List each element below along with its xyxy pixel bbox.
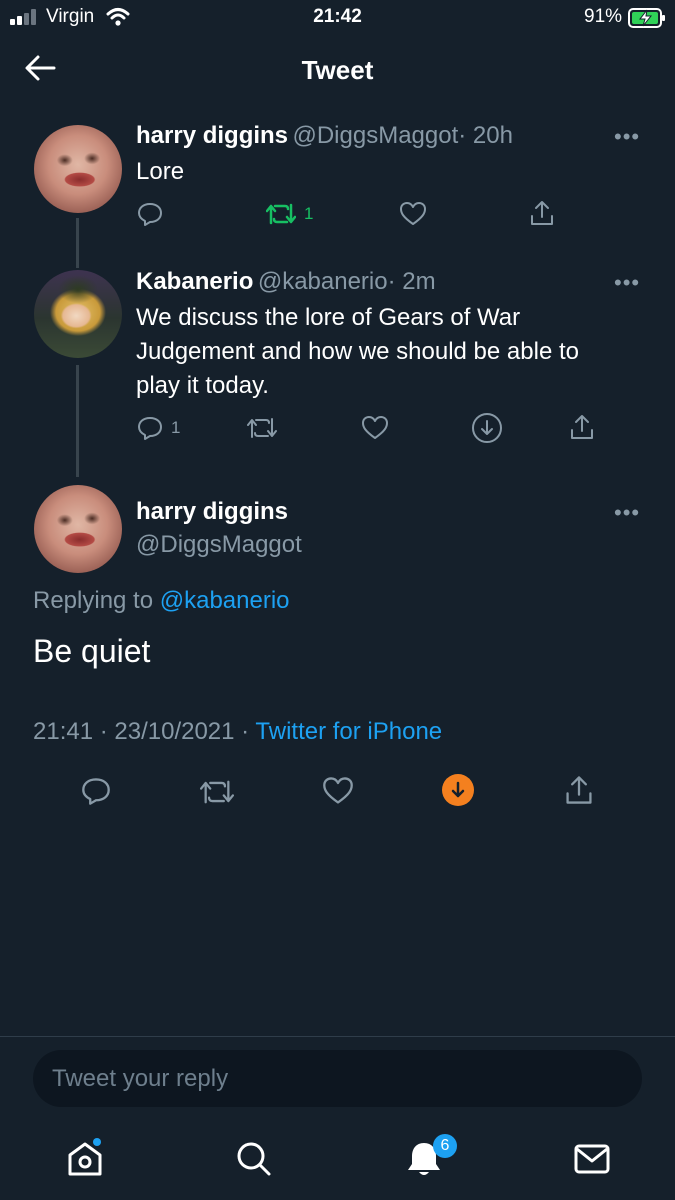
mention-link[interactable]: @kabanerio <box>160 587 290 614</box>
retweet-icon <box>247 418 277 438</box>
display-name[interactable]: harry diggins <box>136 498 288 526</box>
share-icon <box>571 415 593 439</box>
tweet-meta: 21:41 · 23/10/2021 · Twitter for iPhone <box>33 718 442 746</box>
tweet-time: · 2m <box>387 268 436 295</box>
reply-icon <box>82 778 110 805</box>
tweet-header: harry diggins @DiggsMaggot· 20h <box>136 122 513 150</box>
share-button[interactable] <box>529 199 555 227</box>
home-icon <box>68 1138 102 1176</box>
share-icon <box>566 776 592 804</box>
battery-charging-icon <box>628 8 666 28</box>
heart-icon <box>323 777 353 804</box>
download-button[interactable] <box>442 774 474 806</box>
user-handle[interactable]: @DiggsMaggot <box>136 531 302 559</box>
avatar[interactable] <box>34 270 122 358</box>
divider <box>0 1036 675 1037</box>
retweet-count: 1 <box>304 204 314 223</box>
tab-home[interactable] <box>66 1138 104 1178</box>
reply-button[interactable] <box>137 201 163 227</box>
status-bar: Virgin 21:42 91% <box>0 0 675 36</box>
tab-search[interactable] <box>236 1141 272 1177</box>
display-name[interactable]: harry diggins <box>136 122 288 149</box>
display-name[interactable]: Kabanerio <box>136 268 253 295</box>
search-icon <box>237 1142 271 1176</box>
mail-icon <box>574 1144 610 1174</box>
tweet-text-line: We discuss the lore of Gears of War <box>136 304 521 331</box>
thread-connector <box>76 218 79 268</box>
download-icon <box>472 413 502 443</box>
avatar[interactable] <box>34 485 122 573</box>
retweet-button[interactable] <box>200 777 234 807</box>
reply-button[interactable] <box>81 776 111 806</box>
tab-messages[interactable] <box>574 1144 610 1174</box>
tweet-text: We discuss the lore of Gears of War Judg… <box>136 301 579 403</box>
replying-to: Replying to @kabanerio <box>33 587 290 615</box>
share-button[interactable] <box>564 774 594 806</box>
reply-count: 1 <box>171 418 181 437</box>
user-handle[interactable]: @kabanerio <box>258 268 388 295</box>
battery-percent: 91% <box>584 6 623 27</box>
tweet-text-line: play it today. <box>136 372 269 399</box>
thread-connector <box>76 365 79 477</box>
replying-prefix: Replying to <box>33 587 154 614</box>
share-icon <box>531 201 553 225</box>
tweet-time: · 20h <box>458 122 513 149</box>
tweet-source-link[interactable]: Twitter for iPhone <box>255 718 442 745</box>
tweet-text: Lore <box>136 158 185 185</box>
like-button[interactable] <box>399 201 427 227</box>
reply-icon <box>138 203 162 226</box>
retweet-icon <box>200 780 234 804</box>
retweet-button[interactable] <box>247 415 277 441</box>
status-time: 21:42 <box>313 6 362 27</box>
like-button[interactable] <box>361 415 389 441</box>
retweet-icon <box>266 203 296 225</box>
page-title: Tweet <box>301 55 374 85</box>
share-button[interactable] <box>569 413 595 441</box>
tweet-text-line: Judgement and how we should be able to <box>136 338 579 365</box>
heart-icon <box>362 416 388 439</box>
heart-icon <box>400 202 426 225</box>
notification-badge: 6 <box>433 1134 457 1158</box>
tweet-header: Kabanerio @kabanerio· 2m <box>136 268 436 296</box>
tweet-timestamp: 21:41 · 23/10/2021 · <box>33 718 250 745</box>
reply-placeholder: Tweet your reply <box>52 1065 229 1092</box>
like-button[interactable] <box>322 776 354 806</box>
more-options-button[interactable]: ••• <box>614 270 640 296</box>
user-handle[interactable]: @DiggsMaggot <box>292 122 458 149</box>
reply-button[interactable]: 1 <box>137 415 180 441</box>
avatar[interactable] <box>34 125 122 213</box>
download-button[interactable] <box>471 412 503 444</box>
reply-icon <box>138 417 162 440</box>
more-options-button[interactable]: ••• <box>614 500 640 526</box>
download-icon <box>442 774 474 806</box>
retweet-button[interactable]: 1 <box>266 201 313 227</box>
more-options-button[interactable]: ••• <box>614 124 640 150</box>
main-tweet-text: Be quiet <box>33 633 151 669</box>
